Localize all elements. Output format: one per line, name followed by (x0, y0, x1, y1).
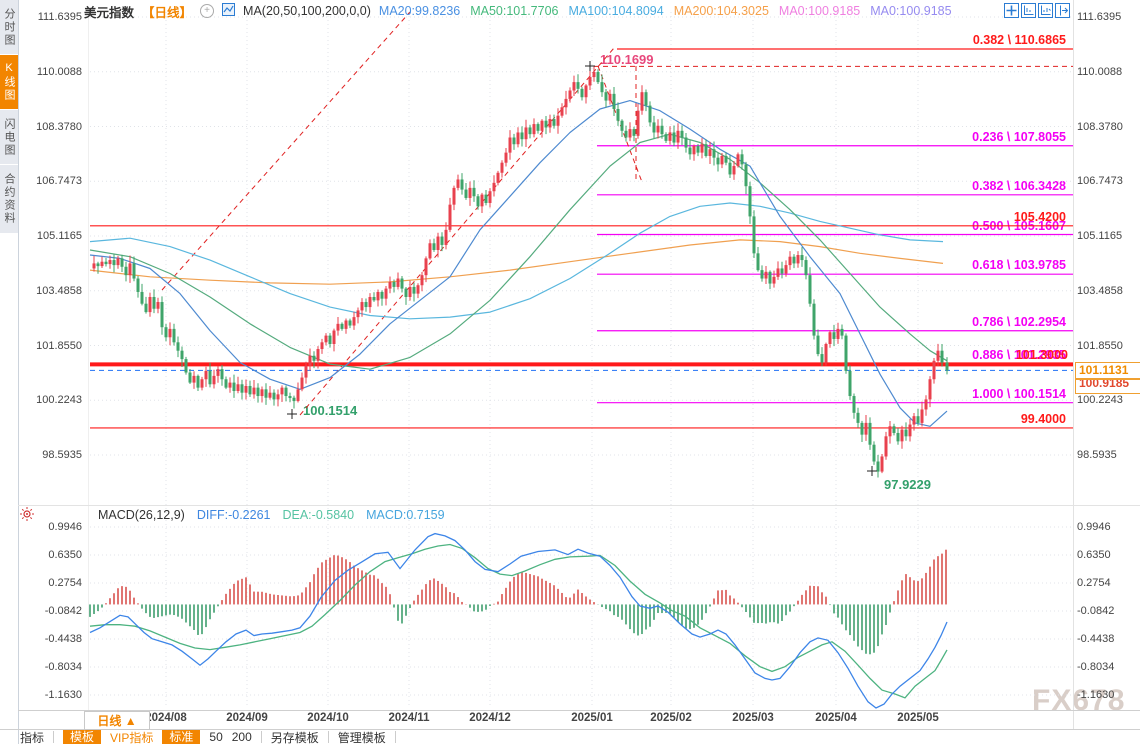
ma-legend: MA20:99.8236 MA50:101.7706 MA100:104.8094 M… (379, 4, 952, 18)
chart-tool-icons (1004, 3, 1070, 18)
toolbar-separator-line (327, 731, 329, 743)
ma-legend-value: MA50:101.7706 (470, 4, 559, 18)
sidebar-tab-3[interactable]: 闪电图 (0, 110, 18, 164)
axis-scale-left-icon[interactable] (1021, 3, 1036, 18)
toolbar-item-2[interactable]: 模板 (63, 730, 102, 744)
xaxis-separator (18, 710, 1140, 711)
price-level-label: 101.3000 (1015, 348, 1068, 363)
fib-level-label: 0.786 \ 102.2954 (972, 314, 1066, 329)
fib-level-label: 1.000 \ 100.1514 (972, 386, 1066, 401)
toolbar-item-4[interactable]: 标准 (162, 730, 201, 744)
sidebar-tab-2[interactable]: K线图 (0, 55, 18, 109)
ma-legend-value: MA0:100.9185 (870, 4, 952, 18)
price-annotation: 100.1514 (303, 403, 358, 418)
toolbar-item-5[interactable]: 50 (209, 730, 222, 744)
symbol-title: 美元指数 (84, 5, 135, 20)
toolbar-separator-line (53, 731, 55, 743)
ma-settings-label[interactable]: MA(20,50,100,200,0,0) (243, 4, 371, 18)
fib-level-label: 0.618 \ 103.9785 (972, 258, 1066, 273)
fib-level-label: 0.382 \ 106.3428 (972, 178, 1066, 193)
collapse-panel-icon[interactable] (1055, 3, 1070, 18)
macd-macd-value: MACD:0.7159 (366, 508, 445, 522)
panel-separator (18, 505, 1140, 506)
chart-window: FX678 分时图 K线图 闪电图 合约资料 美元指数 【日线】 + MA(20,50… (0, 0, 1140, 744)
crosshair-icon[interactable] (1004, 3, 1019, 18)
ma-legend-value: MA100:104.8094 (568, 4, 664, 18)
toolbar-item-3[interactable]: VIP指标 (110, 729, 153, 744)
ma-legend-value: MA200:104.3025 (673, 4, 769, 18)
toolbar-item-7[interactable]: 另存模板 (271, 729, 319, 744)
toolbar-item-8[interactable]: 管理模板 (338, 729, 386, 744)
annotation-layer: 0.236 \ 107.8055 0.382 \ 106.3428 0.500 \ … (0, 0, 1140, 744)
ma-indicator-icon[interactable] (222, 3, 236, 19)
toolbar-item-1[interactable]: 指标 (20, 729, 44, 744)
price-level-label: 99.4000 (1020, 411, 1066, 426)
price-level-label: 105.4200 (1013, 209, 1066, 224)
price-annotation: 110.1699 (600, 52, 654, 67)
toolbar-item-6[interactable]: 200 (232, 730, 252, 744)
current-price-tag: 101.1131 (1075, 362, 1140, 379)
toolbar-separator-line (260, 731, 262, 743)
sidebar-tab-4[interactable]: 合约资料 (0, 165, 18, 233)
bottom-toolbar: 指标 模板 VIP指标 标准 50 200 另存模板 管理模板 (20, 730, 396, 744)
macd-title[interactable]: MACD(26,12,9) (98, 508, 185, 522)
chart-header: 美元指数 【日线】 + MA(20,50,100,200,0,0) MA20:9… (84, 2, 952, 20)
macd-diff-value: DIFF:-0.2261 (196, 508, 271, 522)
plus-circle-icon[interactable]: + (200, 4, 215, 18)
plot-left-border (88, 10, 89, 710)
fib-level-label: 0.236 \ 107.8055 (972, 129, 1066, 144)
period-tag: 【日线】 (142, 5, 193, 20)
axis-scale-right-icon[interactable] (1038, 3, 1053, 18)
price-level-label: 0.382 \ 110.6865 (972, 32, 1066, 47)
chart-type-sidebar: 分时图 K线图 闪电图 合约资料 (0, 0, 19, 744)
macd-dea-value: DEA:-0.5840 (282, 508, 355, 522)
sidebar-tab-1[interactable]: 分时图 (0, 0, 18, 54)
macd-settings-icon[interactable] (20, 506, 34, 524)
period-selector[interactable]: 日线 ▲ (84, 711, 150, 730)
ma-legend-value: MA20:99.8236 (378, 4, 461, 18)
price-annotation: 97.9229 (884, 477, 931, 492)
plot-right-border (1073, 0, 1074, 729)
secondary-price-tag: 100.9185 (1075, 379, 1140, 394)
toolbar-separator-line (394, 731, 396, 743)
ma-legend-value: MA0:100.9185 (778, 4, 861, 18)
macd-header: MACD(26,12,9) DIFF:-0.2261 DEA:-0.5840 M… (20, 506, 445, 524)
